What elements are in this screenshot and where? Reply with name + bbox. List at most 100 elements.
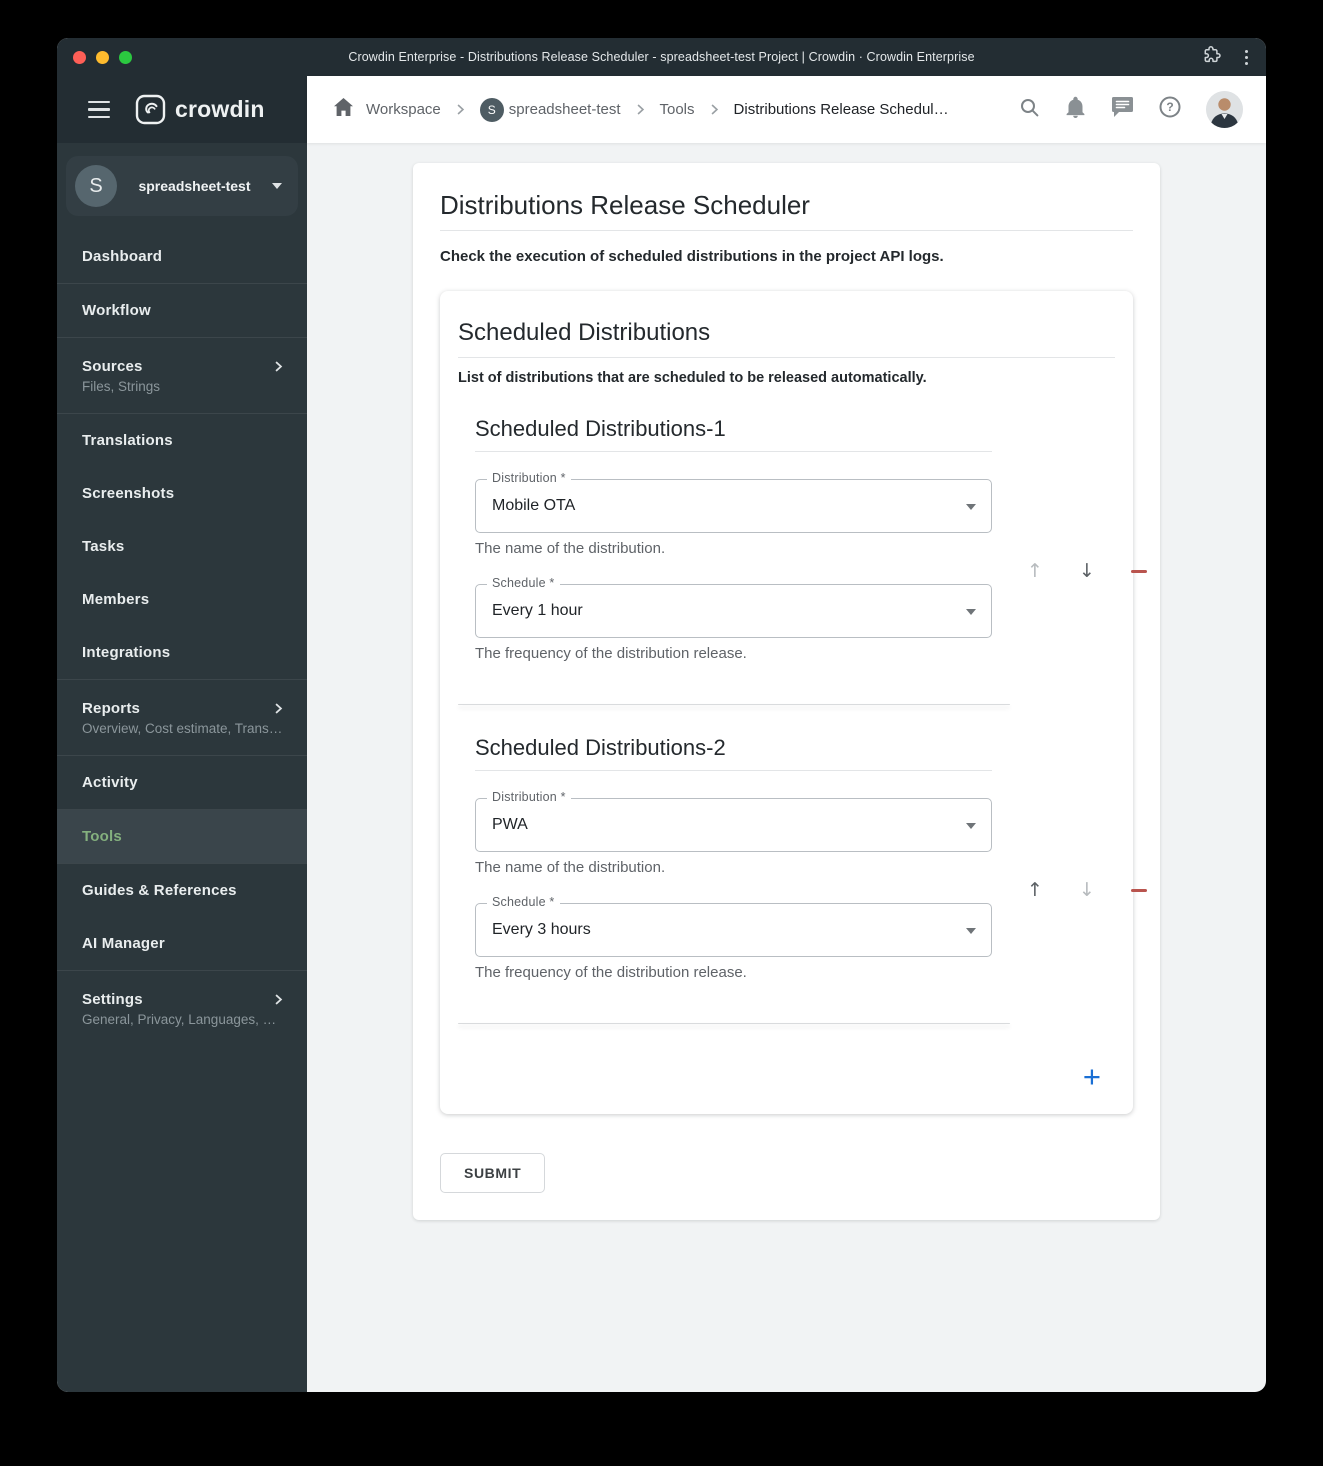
help-icon[interactable]: ?	[1159, 96, 1181, 123]
remove-section-icon[interactable]	[1131, 889, 1147, 892]
field-helper: The frequency of the distribution releas…	[475, 964, 747, 981]
sidebar-nav: Dashboard Workflow Sources Files, Strings Tr…	[57, 230, 307, 1392]
sidebar-item-tools[interactable]: Tools	[57, 810, 307, 863]
field-label: Distribution *	[487, 790, 571, 804]
search-icon[interactable]	[1019, 97, 1040, 123]
distribution-section-2: Scheduled Distributions-2 Distribution *…	[475, 735, 1147, 981]
sidebar-item-translations[interactable]: Translations	[57, 414, 307, 467]
extensions-icon[interactable]	[1202, 45, 1221, 69]
sidebar-item-reports[interactable]: Reports Overview, Cost estimate, Transl…	[57, 680, 307, 755]
messages-chat-icon[interactable]	[1111, 96, 1134, 123]
sidebar: crowdin S spreadsheet-test Dashboard Work…	[57, 76, 307, 1392]
sidebar-item-dashboard[interactable]: Dashboard	[57, 230, 307, 283]
sidebar-item-label: Tools	[82, 828, 122, 845]
project-selector[interactable]: S spreadsheet-test	[66, 156, 298, 216]
sidebar-item-label: Screenshots	[82, 485, 175, 502]
sidebar-item-sublabel: Overview, Cost estimate, Transl…	[82, 720, 285, 736]
field-helper: The name of the distribution.	[475, 540, 666, 557]
field-label: Schedule *	[487, 576, 560, 590]
sidebar-item-label: Guides & References	[82, 882, 237, 899]
svg-text:?: ?	[1166, 100, 1173, 114]
sidebar-item-label: Sources	[82, 357, 143, 375]
move-up-icon: ↑	[1027, 560, 1043, 582]
sidebar-item-label: Activity	[82, 774, 138, 791]
project-avatar: S	[75, 165, 117, 207]
field-helper: The name of the distribution.	[475, 859, 666, 876]
screenshot-canvas: Crowdin Enterprise - Distributions Relea…	[0, 0, 1323, 1466]
sidebar-item-activity[interactable]: Activity	[57, 756, 307, 809]
hamburger-menu-icon[interactable]	[88, 100, 110, 119]
distribution-select[interactable]: Distribution * PWA	[475, 790, 992, 852]
home-icon[interactable]	[334, 98, 353, 121]
sidebar-item-label: Workflow	[82, 302, 151, 319]
add-section-icon[interactable]: +	[1083, 1061, 1101, 1092]
sidebar-item-workflow[interactable]: Workflow	[57, 284, 307, 337]
remove-section-icon[interactable]	[1131, 570, 1147, 573]
chevron-down-icon	[272, 183, 282, 189]
sidebar-item-ai-manager[interactable]: AI Manager	[57, 917, 307, 970]
breadcrumb-workspace[interactable]: Workspace	[366, 101, 441, 118]
schedule-select[interactable]: Schedule * Every 1 hour	[475, 576, 992, 638]
sidebar-item-sources[interactable]: Sources Files, Strings	[57, 338, 307, 413]
sidebar-item-tasks[interactable]: Tasks	[57, 520, 307, 573]
window-title: Crowdin Enterprise - Distributions Relea…	[348, 50, 975, 64]
field-helper: The frequency of the distribution releas…	[475, 645, 747, 662]
distribution-select[interactable]: Distribution * Mobile OTA	[475, 471, 992, 533]
sidebar-item-integrations[interactable]: Integrations	[57, 626, 307, 679]
chevron-right-icon	[711, 104, 718, 115]
chevron-right-icon	[275, 702, 283, 714]
move-up-icon[interactable]: ↑	[1027, 881, 1043, 900]
breadcrumb-bar: Workspace S spreadsheet-test Tools Distr…	[307, 76, 1266, 143]
sidebar-item-sublabel: General, Privacy, Languages, Q…	[82, 1011, 285, 1027]
sidebar-item-members[interactable]: Members	[57, 573, 307, 626]
field-value: Every 3 hours	[492, 921, 591, 938]
sidebar-item-settings[interactable]: Settings General, Privacy, Languages, Q…	[57, 971, 307, 1046]
card-description: List of distributions that are scheduled…	[458, 370, 927, 386]
chevron-right-icon	[275, 993, 283, 1005]
user-avatar[interactable]	[1206, 91, 1243, 128]
move-down-icon[interactable]: ↓	[1079, 562, 1095, 581]
field-label: Distribution *	[487, 471, 571, 485]
field-value: PWA	[492, 816, 528, 833]
section-divider	[458, 704, 1010, 705]
submit-button[interactable]: SUBMIT	[440, 1153, 546, 1193]
traffic-lights	[73, 50, 283, 64]
crowdin-logo-text: crowdin	[175, 96, 265, 122]
field-value: Every 1 hour	[492, 602, 583, 619]
crowdin-logo[interactable]: crowdin	[135, 94, 265, 125]
sidebar-item-screenshots[interactable]: Screenshots	[57, 467, 307, 520]
chevron-right-icon	[457, 104, 464, 115]
project-chip: S	[479, 97, 504, 122]
breadcrumb-tools[interactable]: Tools	[660, 101, 695, 118]
scheduler-panel: Distributions Release Scheduler Check th…	[413, 163, 1160, 1220]
crowdin-logo-icon	[135, 94, 166, 125]
sidebar-item-label: Settings	[82, 990, 143, 1008]
scheduled-distributions-card: Scheduled Distributions List of distribu…	[440, 291, 1147, 1114]
schedule-select[interactable]: Schedule * Every 3 hours	[475, 895, 992, 957]
chevron-down-icon	[966, 928, 976, 934]
chevron-down-icon	[966, 609, 976, 615]
breadcrumb-project[interactable]: S spreadsheet-test	[479, 97, 621, 122]
maximize-button[interactable]	[119, 50, 132, 64]
page-content: Distributions Release Scheduler Check th…	[307, 143, 1266, 1392]
sidebar-item-sublabel: Files, Strings	[82, 378, 161, 394]
page-title: Distributions Release Scheduler	[440, 190, 1133, 231]
notifications-bell-icon[interactable]	[1065, 96, 1086, 123]
sidebar-item-guides-references[interactable]: Guides & References	[57, 864, 307, 917]
browser-menu-icon[interactable]	[1243, 48, 1250, 67]
minimize-button[interactable]	[96, 50, 109, 64]
sidebar-item-label: Dashboard	[82, 248, 163, 265]
sidebar-item-label: Tasks	[82, 538, 125, 555]
browser-window: Crowdin Enterprise - Distributions Relea…	[57, 38, 1266, 1392]
field-value: Mobile OTA	[492, 497, 576, 514]
window-titlebar: Crowdin Enterprise - Distributions Relea…	[57, 38, 1266, 76]
sidebar-item-label: Integrations	[82, 644, 171, 661]
chevron-right-icon	[275, 360, 283, 372]
breadcrumb-current: Distributions Release Schedul…	[733, 101, 949, 118]
sidebar-item-label: AI Manager	[82, 935, 165, 952]
field-label: Schedule *	[487, 895, 560, 909]
page-note: Check the execution of scheduled distrib…	[440, 248, 944, 265]
sidebar-item-label: Reports	[82, 699, 141, 717]
sidebar-item-label: Members	[82, 591, 150, 608]
close-button[interactable]	[73, 50, 86, 64]
